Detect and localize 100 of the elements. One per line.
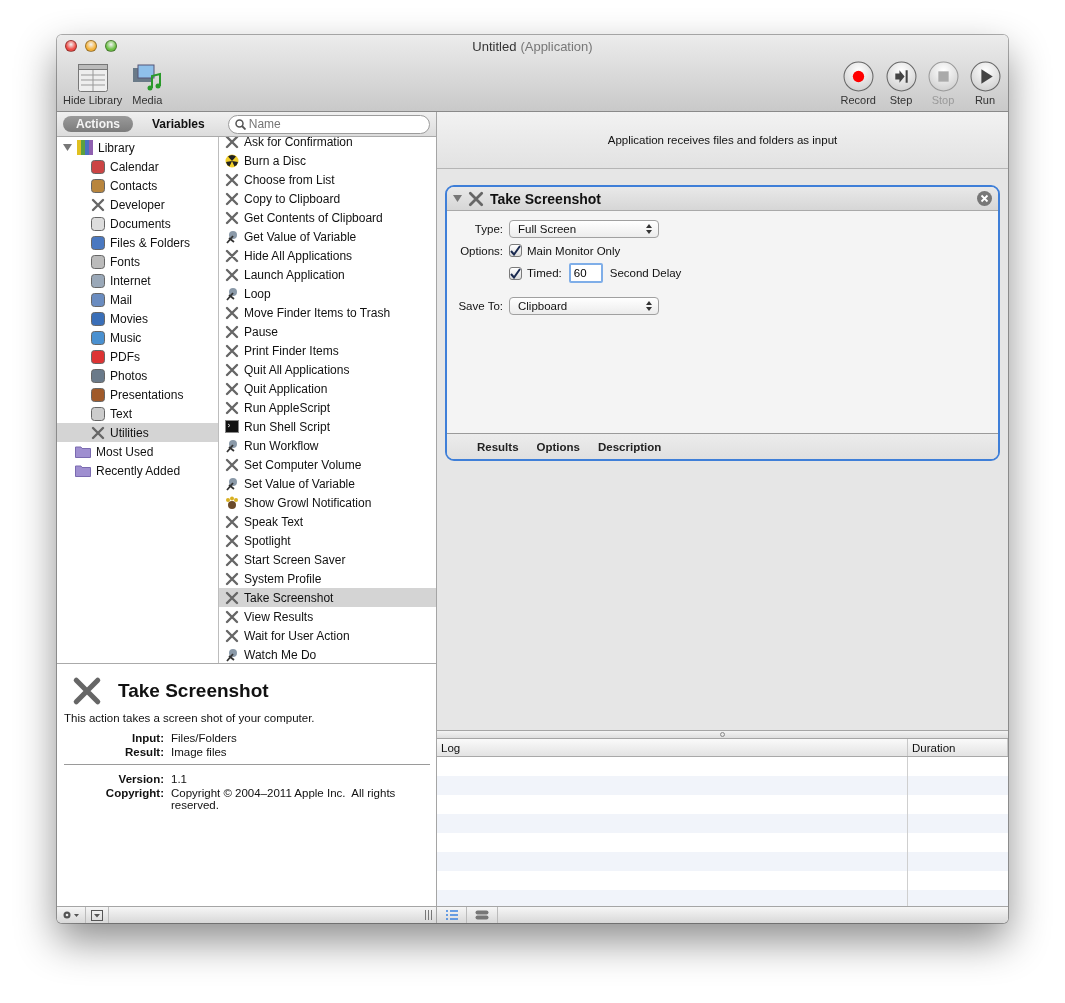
action-item[interactable]: Get Value of Variable	[219, 227, 436, 246]
field-label: Copyright:	[104, 787, 164, 801]
checkbox-box[interactable]	[509, 244, 522, 257]
action-item[interactable]: Choose from List	[219, 170, 436, 189]
checkmark-icon	[510, 267, 521, 279]
search-input[interactable]: Name	[248, 117, 423, 131]
category-icon	[91, 368, 105, 383]
action-item[interactable]: Get Contents of Clipboard	[219, 208, 436, 227]
updown-arrows-icon	[646, 224, 652, 234]
card-tab[interactable]: Description	[598, 440, 662, 453]
action-item[interactable]: Quit All Applications	[219, 360, 436, 379]
action-item[interactable]: Quit Application	[219, 379, 436, 398]
library-item[interactable]: Presentations	[57, 385, 218, 404]
checkbox-box[interactable]	[509, 266, 522, 280]
action-label: System Profile	[244, 571, 322, 586]
library-item[interactable]: Movies	[57, 309, 218, 328]
library-item[interactable]: Music	[57, 328, 218, 347]
crossed-tools-icon	[225, 210, 239, 225]
action-title: Take Screenshot	[490, 190, 602, 207]
field-value: Copyright © 2004–2011 Apple Inc. All rights reserved.	[171, 787, 397, 811]
delay-input[interactable]: 60	[568, 263, 603, 283]
category-icon	[91, 178, 105, 193]
library-item[interactable]: Documents	[57, 214, 218, 233]
crossed-tools-icon	[225, 305, 239, 320]
action-item[interactable]: Spotlight	[219, 531, 436, 550]
action-item[interactable]: Set Computer Volume	[219, 455, 436, 474]
checkbox[interactable]: Main Monitor Only	[509, 244, 998, 257]
library-item-label: Recently Added	[96, 463, 181, 478]
close-button[interactable]	[65, 40, 77, 52]
action-item[interactable]: Move Finder Items to Trash	[219, 303, 436, 322]
action-item[interactable]: Loop	[219, 284, 436, 303]
library-tab[interactable]: Variables	[139, 116, 218, 132]
library-item-label: Fonts	[110, 254, 140, 269]
library-item[interactable]: Utilities	[57, 423, 218, 442]
checkbox[interactable]: Timed:	[509, 266, 562, 280]
crossed-tools-icon	[225, 552, 239, 567]
card-tab[interactable]: Results	[477, 440, 519, 453]
action-item[interactable]: Copy to Clipboard	[219, 189, 436, 208]
action-item[interactable]: Pause	[219, 322, 436, 341]
input-note: Application receives files and folders as input	[607, 134, 838, 146]
column-header[interactable]: Duration	[908, 739, 1008, 756]
toolbar-button[interactable]: Run	[968, 61, 1002, 106]
paw-icon	[225, 495, 239, 510]
library-item[interactable]: PDFs	[57, 347, 218, 366]
checkmark-icon	[510, 245, 521, 256]
action-item[interactable]: Burn a Disc	[219, 151, 436, 170]
crossed-tools-icon	[225, 362, 239, 377]
column-header[interactable]: Log	[437, 739, 908, 756]
action-item[interactable]: Start Screen Saver	[219, 550, 436, 569]
action-label: Run Workflow	[244, 438, 319, 453]
zoom-button[interactable]	[105, 40, 117, 52]
action-item[interactable]: Take Screenshot	[219, 588, 436, 607]
toolbar-button[interactable]: Media	[130, 64, 165, 106]
toolbar-button[interactable]: Record	[840, 61, 876, 106]
card-tab[interactable]: Options	[536, 440, 580, 453]
action-item[interactable]: Run Shell Script	[219, 417, 436, 436]
library-item[interactable]: Photos	[57, 366, 218, 385]
action-item[interactable]: Show Growl Notification	[219, 493, 436, 512]
library-item[interactable]: Fonts	[57, 252, 218, 271]
library-item[interactable]: Files & Folders	[57, 233, 218, 252]
action-item[interactable]: Hide All Applications	[219, 246, 436, 265]
save-to-select[interactable]: Clipboard	[509, 297, 659, 315]
minimize-button[interactable]	[85, 40, 97, 52]
library-item[interactable]: Developer	[57, 195, 218, 214]
library-item[interactable]: Text	[57, 404, 218, 423]
close-icon[interactable]	[977, 191, 992, 206]
field-label: Type:	[473, 223, 503, 235]
search-field[interactable]: Name	[227, 114, 430, 134]
library-item[interactable]: Most Used	[57, 442, 218, 461]
library-item-label: Most Used	[96, 444, 154, 459]
action-item[interactable]: Set Value of Variable	[219, 474, 436, 493]
type-select[interactable]: Full Screen	[509, 220, 659, 238]
toolbar-button[interactable]: Hide Library	[63, 64, 123, 106]
action-item[interactable]: Wait for User Action	[219, 626, 436, 645]
action-label: Show Growl Notification	[244, 495, 372, 510]
library-item[interactable]: Internet	[57, 271, 218, 290]
action-item[interactable]: System Profile	[219, 569, 436, 588]
action-item[interactable]: Watch Me Do	[219, 645, 436, 663]
action-item[interactable]: Run Workflow	[219, 436, 436, 455]
category-icon	[91, 311, 105, 326]
action-item[interactable]: Run AppleScript	[219, 398, 436, 417]
action-label: Set Value of Variable	[244, 476, 355, 491]
disclosure-triangle-icon[interactable]	[63, 143, 72, 152]
grip-dot-icon	[720, 732, 725, 737]
library-item[interactable]: Library	[57, 138, 218, 157]
library-item[interactable]: Recently Added	[57, 461, 218, 480]
action-item[interactable]: Launch Application	[219, 265, 436, 284]
disclosure-triangle-icon[interactable]	[453, 194, 462, 203]
action-item[interactable]: View Results	[219, 607, 436, 626]
action-item[interactable]: Speak Text	[219, 512, 436, 531]
library-item[interactable]: Contacts	[57, 176, 218, 195]
library-item-label: Internet	[110, 273, 151, 288]
resize-grip-icon[interactable]	[425, 910, 432, 920]
library-item[interactable]: Calendar	[57, 157, 218, 176]
toolbar-button[interactable]: Step	[884, 61, 918, 106]
action-item[interactable]: Print Finder Items	[219, 341, 436, 360]
action-item[interactable]: Ask for Confirmation	[219, 137, 436, 151]
library-item[interactable]: Mail	[57, 290, 218, 309]
category-icon	[91, 330, 105, 345]
split-handle[interactable]	[437, 730, 1008, 739]
